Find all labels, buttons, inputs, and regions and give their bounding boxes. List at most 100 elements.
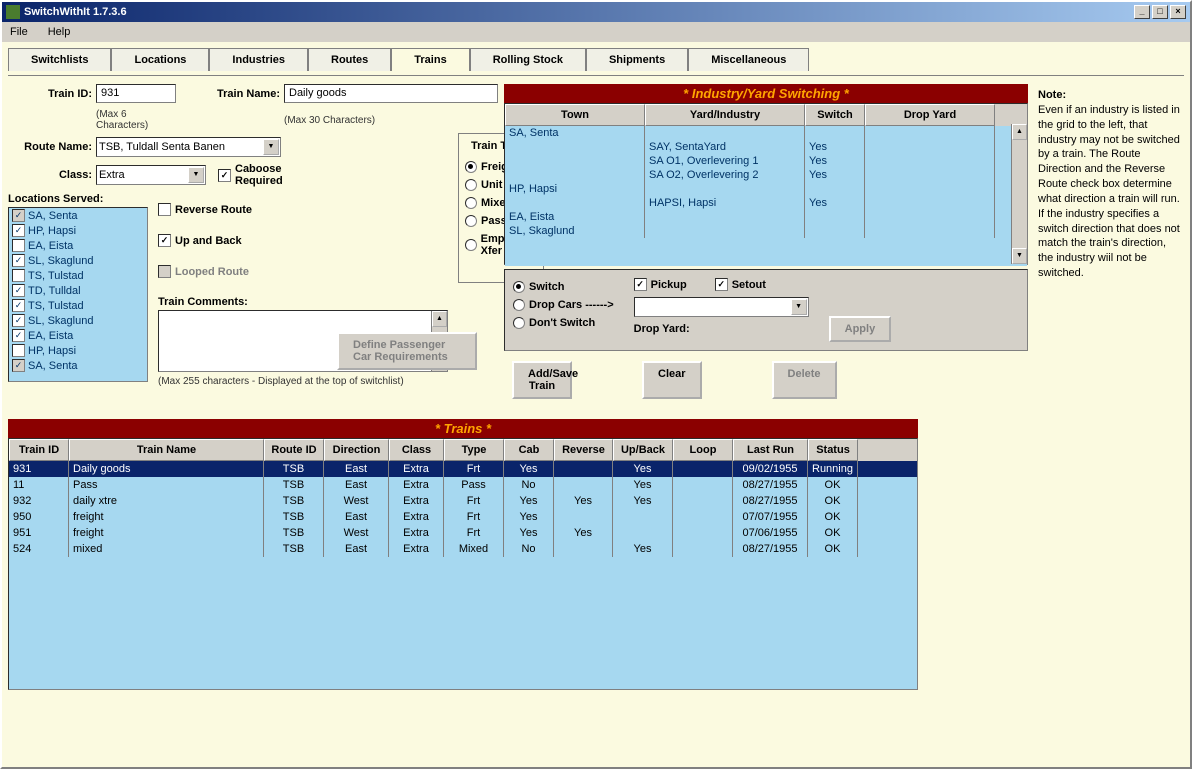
- reverse-route-checkbox[interactable]: [158, 203, 171, 216]
- switch-row[interactable]: SA O2, Overlevering 2Yes: [505, 168, 1027, 182]
- train-type-radio[interactable]: [465, 215, 477, 227]
- location-checkbox[interactable]: ✓: [12, 314, 25, 327]
- location-item[interactable]: HP, Hapsi: [9, 343, 147, 358]
- location-item[interactable]: ✓TD, Tulldal: [9, 283, 147, 298]
- scroll-down-icon[interactable]: ▼: [1012, 248, 1027, 264]
- trains-header[interactable]: Reverse: [554, 439, 613, 461]
- trains-row[interactable]: 951freightTSBWestExtraFrtYesYes07/06/195…: [9, 525, 917, 541]
- setout-checkbox[interactable]: ✓: [715, 278, 728, 291]
- trains-header[interactable]: Class: [389, 439, 444, 461]
- pickup-checkbox[interactable]: ✓: [634, 278, 647, 291]
- tab-locations[interactable]: Locations: [111, 48, 209, 71]
- train-name-input[interactable]: Daily goods: [284, 84, 498, 103]
- train-id-input[interactable]: 931: [96, 84, 176, 103]
- minimize-button[interactable]: _: [1134, 5, 1150, 19]
- location-checkbox[interactable]: ✓: [12, 224, 25, 237]
- close-button[interactable]: ×: [1170, 5, 1186, 19]
- switch-row[interactable]: EA, Eista: [505, 210, 1027, 224]
- apply-button[interactable]: Apply: [829, 316, 892, 342]
- trains-header[interactable]: Direction: [324, 439, 389, 461]
- delete-button[interactable]: Delete: [772, 361, 837, 399]
- trains-header[interactable]: Last Run: [733, 439, 808, 461]
- scroll-up-icon[interactable]: ▲: [432, 311, 447, 327]
- switch-row[interactable]: HP, Hapsi: [505, 182, 1027, 196]
- location-item[interactable]: ✓SA, Senta: [9, 358, 147, 373]
- chevron-down-icon[interactable]: ▼: [188, 167, 204, 183]
- switch-row[interactable]: SA, Senta: [505, 126, 1027, 140]
- switch-row[interactable]: HAPSI, HapsiYes: [505, 196, 1027, 210]
- location-item[interactable]: ✓EA, Eista: [9, 328, 147, 343]
- tab-switchlists[interactable]: Switchlists: [8, 48, 111, 71]
- switch-row[interactable]: SL, Skaglund: [505, 224, 1027, 238]
- clear-button[interactable]: Clear: [642, 361, 702, 399]
- add-save-button[interactable]: Add/Save Train: [512, 361, 572, 399]
- switch-header[interactable]: Drop Yard: [865, 104, 995, 126]
- location-item[interactable]: TS, Tulstad: [9, 268, 147, 283]
- trains-header[interactable]: Route ID: [264, 439, 324, 461]
- note-text: Even if an industry is listed in the gri…: [1038, 103, 1180, 281]
- menu-help[interactable]: Help: [44, 24, 75, 40]
- tab-routes[interactable]: Routes: [308, 48, 391, 71]
- trains-header[interactable]: Train Name: [69, 439, 264, 461]
- location-checkbox[interactable]: ✓: [12, 299, 25, 312]
- switch-row[interactable]: SAY, SentaYardYes: [505, 140, 1027, 154]
- train-type-radio[interactable]: [465, 197, 477, 209]
- scroll-up-icon[interactable]: ▲: [1012, 124, 1027, 140]
- switch-row[interactable]: SA O1, Overlevering 1Yes: [505, 154, 1027, 168]
- trains-row[interactable]: 931Daily goodsTSBEastExtraFrtYesYes09/02…: [9, 461, 917, 477]
- locations-listbox[interactable]: ✓SA, Senta✓HP, HapsiEA, Eista✓SL, Skaglu…: [8, 207, 148, 382]
- note-title: Note:: [1038, 88, 1180, 103]
- switch-header[interactable]: Yard/Industry: [645, 104, 805, 126]
- trains-header[interactable]: Type: [444, 439, 504, 461]
- location-item[interactable]: EA, Eista: [9, 238, 147, 253]
- trains-header[interactable]: Status: [808, 439, 858, 461]
- location-item[interactable]: ✓SL, Skaglund: [9, 313, 147, 328]
- trains-header[interactable]: Cab: [504, 439, 554, 461]
- switch-header[interactable]: Switch: [805, 104, 865, 126]
- trains-row[interactable]: 11PassTSBEastExtraPassNoYes08/27/1955OK: [9, 477, 917, 493]
- route-name-select[interactable]: TSB, Tuldall Senta Banen▼: [96, 137, 281, 157]
- tab-shipments[interactable]: Shipments: [586, 48, 688, 71]
- location-item[interactable]: ✓TS, Tulstad: [9, 298, 147, 313]
- maximize-button[interactable]: □: [1152, 5, 1168, 19]
- location-checkbox[interactable]: [12, 269, 25, 282]
- location-checkbox[interactable]: ✓: [12, 359, 25, 372]
- chevron-down-icon[interactable]: ▼: [791, 299, 807, 315]
- tab-industries[interactable]: Industries: [209, 48, 308, 71]
- chevron-down-icon[interactable]: ▼: [263, 139, 279, 155]
- switch-header[interactable]: Town: [505, 104, 645, 126]
- tab-miscellaneous[interactable]: Miscellaneous: [688, 48, 809, 71]
- tab-trains[interactable]: Trains: [391, 48, 469, 71]
- class-select[interactable]: Extra▼: [96, 165, 206, 185]
- drop-cars-radio[interactable]: [513, 299, 525, 311]
- titlebar: SwitchWithIt 1.7.3.6 _ □ ×: [2, 2, 1190, 22]
- trains-header[interactable]: Up/Back: [613, 439, 673, 461]
- drop-yard-label: Drop Yard:: [634, 323, 809, 335]
- trains-row[interactable]: 950freightTSBEastExtraFrtYes07/07/1955OK: [9, 509, 917, 525]
- caboose-checkbox[interactable]: ✓: [218, 169, 231, 182]
- tab-rolling-stock[interactable]: Rolling Stock: [470, 48, 586, 71]
- trains-row[interactable]: 524mixedTSBEastExtraMixedNoYes08/27/1955…: [9, 541, 917, 557]
- tab-bar: SwitchlistsLocationsIndustriesRoutesTrai…: [8, 48, 1184, 71]
- menu-file[interactable]: File: [6, 24, 32, 40]
- location-checkbox[interactable]: ✓: [12, 254, 25, 267]
- looped-route-checkbox: [158, 265, 171, 278]
- trains-header[interactable]: Train ID: [9, 439, 69, 461]
- drop-select[interactable]: ▼: [634, 297, 809, 317]
- location-checkbox[interactable]: ✓: [12, 284, 25, 297]
- train-type-radio[interactable]: [465, 179, 477, 191]
- train-type-radio[interactable]: [465, 239, 477, 251]
- location-checkbox[interactable]: ✓: [12, 329, 25, 342]
- location-checkbox[interactable]: ✓: [12, 209, 25, 222]
- trains-row[interactable]: 932daily xtreTSBWestExtraFrtYesYesYes08/…: [9, 493, 917, 509]
- up-and-back-checkbox[interactable]: ✓: [158, 234, 171, 247]
- location-item[interactable]: ✓SA, Senta: [9, 208, 147, 223]
- trains-header[interactable]: Loop: [673, 439, 733, 461]
- switch-radio[interactable]: [513, 281, 525, 293]
- dont-switch-radio[interactable]: [513, 317, 525, 329]
- location-checkbox[interactable]: [12, 239, 25, 252]
- train-type-radio[interactable]: [465, 161, 477, 173]
- location-item[interactable]: ✓HP, Hapsi: [9, 223, 147, 238]
- location-item[interactable]: ✓SL, Skaglund: [9, 253, 147, 268]
- location-checkbox[interactable]: [12, 344, 25, 357]
